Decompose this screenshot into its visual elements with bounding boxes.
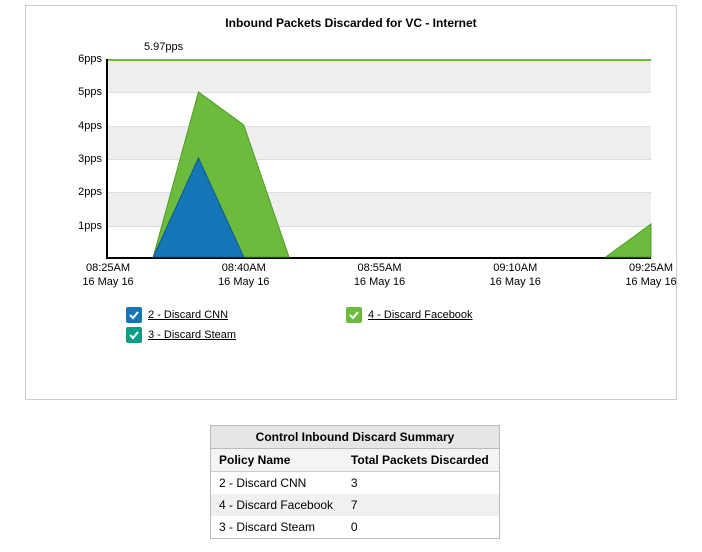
- y-tick: 5pps: [78, 86, 108, 98]
- table-row: 2 - Discard CNN 3: [211, 472, 500, 495]
- legend-label[interactable]: 2 - Discard CNN: [148, 309, 228, 321]
- legend-item-facebook[interactable]: 4 - Discard Facebook: [346, 307, 546, 323]
- x-tick: 09:25AM 16 May 16: [625, 257, 676, 290]
- summary-caption: Control Inbound Discard Summary: [210, 425, 500, 448]
- y-tick: 6pps: [78, 53, 108, 65]
- cell-policy: 2 - Discard CNN: [211, 472, 343, 495]
- cell-total: 7: [343, 494, 500, 516]
- cell-total: 3: [343, 472, 500, 495]
- x-tick: 08:25AM 16 May 16: [82, 257, 133, 290]
- table-header-row: Policy Name Total Packets Discarded: [211, 449, 500, 472]
- max-annotation: 5.97pps: [144, 41, 183, 53]
- y-tick: 2pps: [78, 186, 108, 198]
- legend-item-cnn[interactable]: 2 - Discard CNN: [126, 307, 326, 323]
- checkbox-icon[interactable]: [126, 327, 142, 343]
- legend-label[interactable]: 3 - Discard Steam: [148, 329, 236, 341]
- plot-area: 5.97pps 1pps 2pps 3pps 4pps 5pps 6pps 08…: [106, 59, 651, 259]
- checkbox-icon[interactable]: [346, 307, 362, 323]
- table-row: 4 - Discard Facebook 7: [211, 494, 500, 516]
- cell-policy: 4 - Discard Facebook: [211, 494, 343, 516]
- chart-title: Inbound Packets Discarded for VC - Inter…: [26, 6, 676, 34]
- legend-label[interactable]: 4 - Discard Facebook: [368, 309, 473, 321]
- cell-total: 0: [343, 516, 500, 539]
- table-header: Total Packets Discarded: [343, 449, 500, 472]
- table-row: 3 - Discard Steam 0: [211, 516, 500, 539]
- chart-svg: [108, 59, 651, 257]
- legend-item-steam[interactable]: 3 - Discard Steam: [126, 327, 326, 343]
- chart-panel: Inbound Packets Discarded for VC - Inter…: [25, 5, 677, 400]
- x-tick: 08:55AM 16 May 16: [354, 257, 405, 290]
- cell-policy: 3 - Discard Steam: [211, 516, 343, 539]
- legend: 2 - Discard CNN 4 - Discard Facebook 3 -…: [126, 307, 566, 343]
- y-tick: 3pps: [78, 153, 108, 165]
- x-tick: 08:40AM 16 May 16: [218, 257, 269, 290]
- checkbox-icon[interactable]: [126, 307, 142, 323]
- series-facebook-tail: [606, 224, 651, 257]
- summary-table: Control Inbound Discard Summary Policy N…: [210, 425, 500, 539]
- x-tick: 09:10AM 16 May 16: [490, 257, 541, 290]
- y-tick: 4pps: [78, 120, 108, 132]
- table-header: Policy Name: [211, 449, 343, 472]
- y-tick: 1pps: [78, 220, 108, 232]
